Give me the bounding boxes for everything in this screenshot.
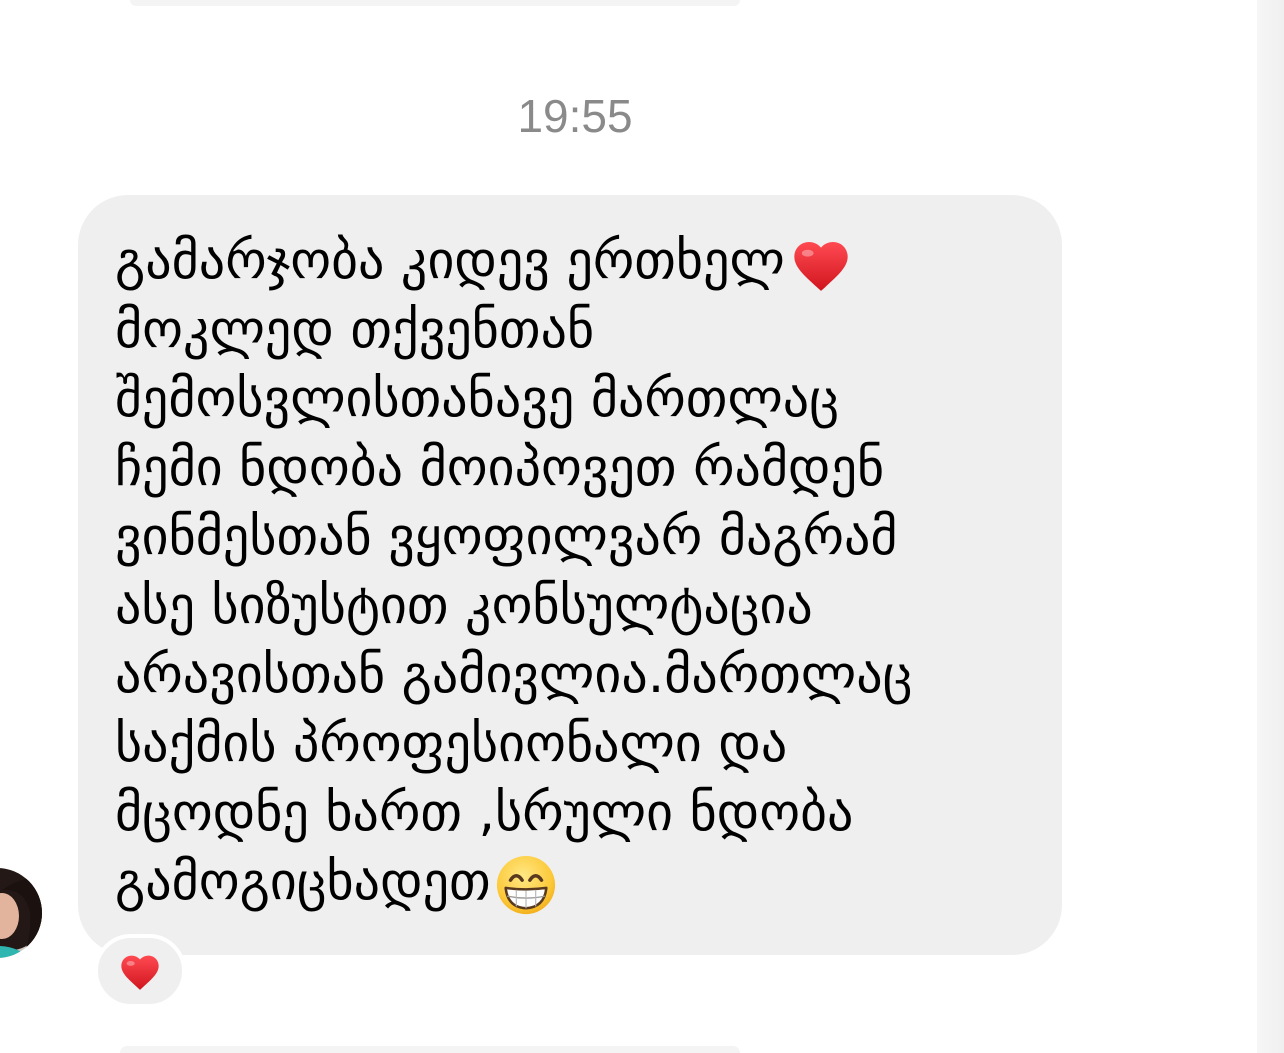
message-line: ასე სიზუსტით კონსულტაცია	[115, 576, 813, 636]
message-line-text: გამოგიცხადეთ	[115, 852, 491, 912]
message-line: საქმის პროფესიონალი და	[115, 714, 788, 774]
message-line: მოკლედ თქვენთან	[115, 300, 595, 360]
message-line: მცოდნე ხართ ,სრული ნდობა	[115, 783, 854, 843]
message-timestamp: 19:55	[517, 90, 633, 142]
sender-avatar[interactable]	[0, 868, 42, 958]
heart-reaction-badge[interactable]	[94, 934, 186, 1008]
message-line: ვინმესთან ვყოფილვარ მაგრამ	[115, 507, 898, 567]
red-heart-reaction-icon	[121, 955, 159, 990]
previous-message-edge	[130, 0, 740, 6]
red-heart-emoji-icon	[789, 234, 853, 294]
message-line: გამარჯობა კიდევ ერთხელ	[115, 227, 1032, 296]
message-line: გამოგიცხადეთ	[115, 848, 1032, 917]
message-line-text: გამარჯობა კიდევ ერთხელ	[115, 231, 785, 291]
side-panel-edge	[1257, 0, 1284, 1053]
message-line: შემოსვლისთანავე მართლაც	[115, 369, 839, 429]
next-message-edge	[120, 1046, 740, 1053]
received-message-bubble[interactable]: გამარჯობა კიდევ ერთხელ მოკლედ თქვენთან შ…	[78, 195, 1062, 955]
chat-screen: 19:55 გამარჯობა კიდევ ერთხელ მოკლედ თქვე…	[0, 0, 1284, 1053]
message-line: ჩემი ნდობა მოიპოვეთ რამდენ	[115, 438, 885, 498]
grinning-face-emoji-icon	[495, 854, 557, 916]
message-line: არავისთან გამივლია.მართლაც	[115, 645, 913, 705]
